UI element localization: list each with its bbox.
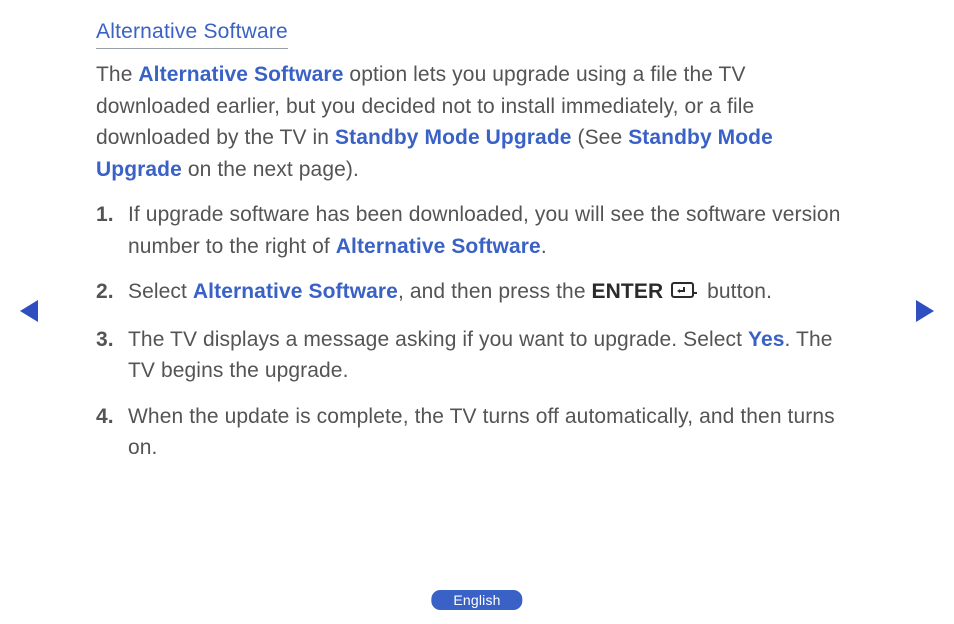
step2-text-e: button.: [707, 280, 772, 303]
enter-label: ENTER: [592, 280, 664, 303]
term-alternative-software: Alternative Software: [138, 63, 343, 86]
content: Alternative Software The Alternative Sof…: [0, 0, 954, 464]
step1-term: Alternative Software: [336, 235, 541, 258]
step-3: The TV displays a message asking if you …: [128, 324, 858, 387]
prev-page-arrow-icon[interactable]: [20, 300, 38, 322]
step-2: Select Alternative Software, and then pr…: [128, 276, 858, 310]
section-heading: Alternative Software: [96, 20, 288, 49]
steps-list: If upgrade software has been downloaded,…: [96, 199, 858, 464]
page: Alternative Software The Alternative Sof…: [0, 0, 954, 624]
intro-text-5: (See: [572, 126, 629, 149]
intro-text-1: The: [96, 63, 138, 86]
step2-text-a: Select: [128, 280, 193, 303]
intro-paragraph: The Alternative Software option lets you…: [96, 59, 858, 185]
step4-text-a: When the update is complete, the TV turn…: [128, 405, 835, 460]
enter-icon: [671, 278, 699, 310]
step2-text-c: , and then press the: [398, 280, 592, 303]
step-4: When the update is complete, the TV turn…: [128, 401, 858, 464]
step3-yes: Yes: [748, 328, 785, 351]
intro-text-7: on the next page).: [182, 158, 359, 181]
term-standby-mode-upgrade: Standby Mode Upgrade: [335, 126, 572, 149]
language-badge: English: [431, 590, 522, 610]
step3-text-a: The TV displays a message asking if you …: [128, 328, 748, 351]
step1-text-c: .: [541, 235, 547, 258]
step2-term: Alternative Software: [193, 280, 398, 303]
next-page-arrow-icon[interactable]: [916, 300, 934, 322]
step-1: If upgrade software has been downloaded,…: [128, 199, 858, 262]
